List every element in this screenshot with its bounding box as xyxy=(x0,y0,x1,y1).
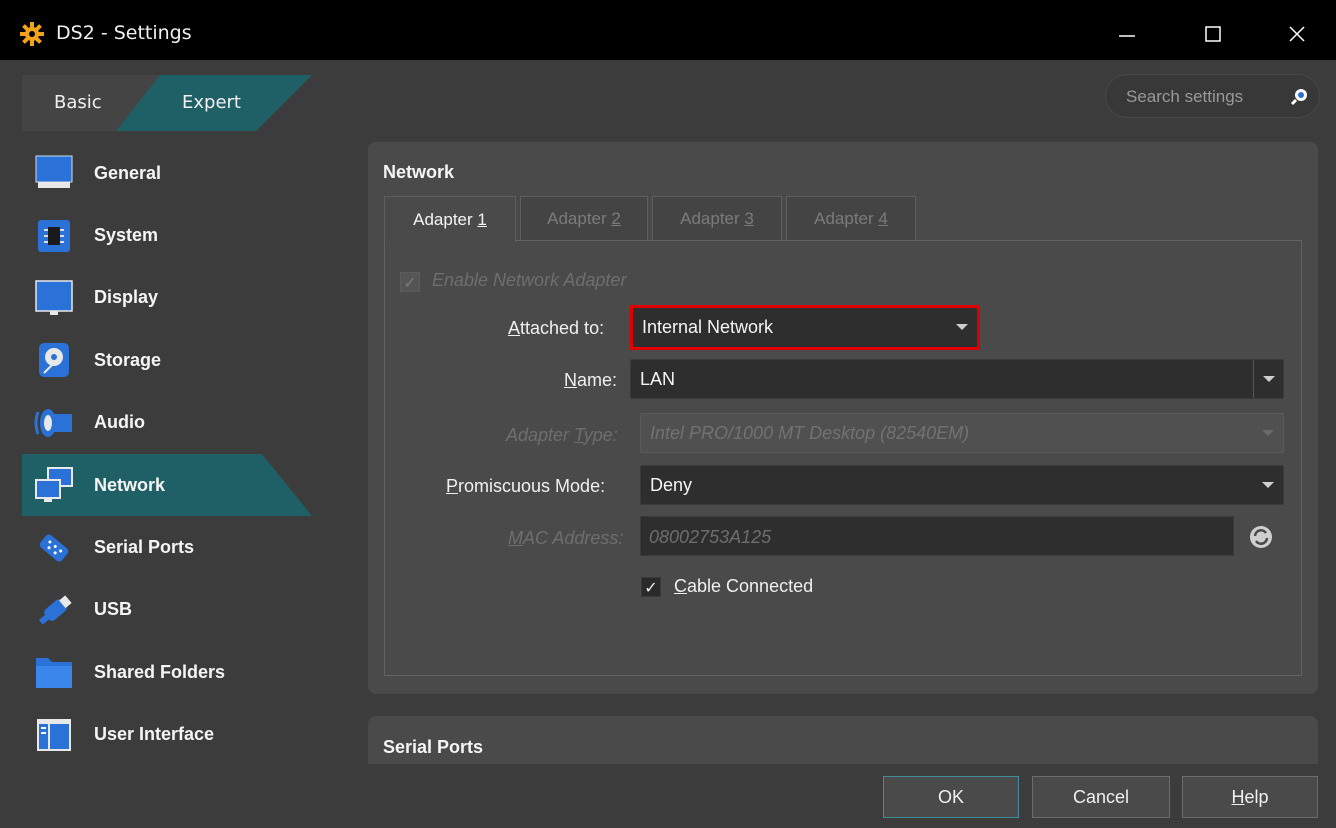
sidebar-item-label: Serial Ports xyxy=(94,537,195,558)
tab-label-mnemonic: 2 xyxy=(611,209,621,228)
sidebar-item-label: Network xyxy=(94,474,166,495)
tab-label-prefix: Adapter xyxy=(814,209,879,228)
sidebar-item-label: System xyxy=(94,225,159,246)
tab-label-prefix: Adapter xyxy=(413,209,478,229)
adapter-type-label: Adapter Type: xyxy=(506,425,618,445)
tab-label-mnemonic: 1 xyxy=(477,209,487,229)
search-input[interactable] xyxy=(1126,86,1276,108)
serial-port-icon xyxy=(32,526,76,570)
search-box xyxy=(1105,74,1320,118)
folder-icon xyxy=(32,650,76,694)
enable-adapter-checkbox[interactable]: ✓ xyxy=(400,272,420,292)
sidebar-item-label: Shared Folders xyxy=(94,661,226,682)
close-icon xyxy=(1289,26,1305,42)
maximize-button[interactable] xyxy=(1190,14,1236,54)
sidebar-item-network[interactable]: Network xyxy=(22,453,312,516)
mac-address-field[interactable]: 08002753A125 xyxy=(640,516,1234,556)
tab-adapter-3[interactable]: Adapter 3 xyxy=(652,196,782,241)
virtualbox-gear-icon xyxy=(20,22,44,46)
chip-icon xyxy=(32,214,76,258)
chevron-down-icon xyxy=(1253,466,1283,504)
sidebar-item-audio[interactable]: Audio xyxy=(22,392,312,454)
adapter-type-value: Intel PRO/1000 MT Desktop (82540EM) xyxy=(650,423,970,443)
expert-mode-tab[interactable]: Expert xyxy=(182,92,241,113)
sidebar-item-user-interface[interactable]: User Interface xyxy=(22,704,312,766)
serial-ports-section xyxy=(368,716,1318,764)
tab-adapter-2[interactable]: Adapter 2 xyxy=(520,196,648,241)
name-combobox[interactable]: LAN xyxy=(630,359,1284,399)
sidebar-item-display[interactable]: Display xyxy=(22,267,312,329)
network-icon xyxy=(32,463,76,507)
usb-icon xyxy=(32,588,76,632)
attached-to-highlight xyxy=(630,305,980,350)
window-layout-icon xyxy=(32,713,76,757)
sidebar-item-usb[interactable]: USB xyxy=(22,579,312,641)
sidebar-item-label: USB xyxy=(94,599,133,620)
sidebar-item-storage[interactable]: Storage xyxy=(22,329,312,391)
tab-adapter-1[interactable]: Adapter 1 xyxy=(384,196,516,242)
minimize-button[interactable] xyxy=(1104,14,1150,54)
sidebar-item-label: Storage xyxy=(94,349,162,370)
chevron-down-icon[interactable] xyxy=(1253,360,1283,398)
monitor-icon xyxy=(32,151,76,195)
close-button[interactable] xyxy=(1274,14,1320,54)
maximize-icon xyxy=(1205,26,1221,42)
promiscuous-mode-value: Deny xyxy=(650,475,693,495)
tab-label-mnemonic: 4 xyxy=(878,209,888,228)
name-value: LAN xyxy=(640,369,676,389)
mac-address-label: MAC Address: xyxy=(508,528,624,548)
chevron-down-icon xyxy=(1253,414,1283,452)
cable-connected-checkbox[interactable]: ✓ xyxy=(641,577,661,597)
speaker-icon xyxy=(32,401,76,445)
tab-label-prefix: Adapter xyxy=(547,209,612,228)
tab-adapter-4[interactable]: Adapter 4 xyxy=(786,196,916,241)
sidebar-item-shared-folders[interactable]: Shared Folders xyxy=(22,641,312,703)
tab-label-prefix: Adapter xyxy=(680,209,745,228)
disk-icon xyxy=(32,338,76,382)
sidebar-item-label: User Interface xyxy=(94,724,215,745)
display-icon xyxy=(32,276,76,320)
mac-address-value: 08002753A125 xyxy=(649,527,772,547)
tab-label-mnemonic: 3 xyxy=(744,209,754,228)
enable-adapter-label: Enable Network Adapter xyxy=(432,270,627,290)
help-button[interactable]: Help xyxy=(1182,776,1318,818)
minimize-icon xyxy=(1119,35,1135,37)
sidebar-item-general[interactable]: General xyxy=(22,142,312,204)
title-bar: DS2 - Settings xyxy=(0,0,1336,60)
promiscuous-mode-label: Promiscuous Mode: xyxy=(446,476,606,496)
cable-connected-label: Cable Connected xyxy=(674,576,814,596)
refresh-mac-icon[interactable] xyxy=(1248,524,1274,550)
name-label: Name: xyxy=(564,370,618,390)
sidebar-item-label: General xyxy=(94,162,162,183)
cancel-button[interactable]: Cancel xyxy=(1032,776,1170,818)
ok-button[interactable]: OK xyxy=(883,776,1019,818)
window-title: DS2 - Settings xyxy=(56,22,192,44)
sidebar-item-serial-ports[interactable]: Serial Ports xyxy=(22,516,312,578)
mode-switch: Basic Expert xyxy=(22,75,312,131)
sidebar-item-system[interactable]: System xyxy=(22,204,312,266)
attached-to-label: Attached to: xyxy=(508,318,605,338)
basic-mode-tab[interactable]: Basic xyxy=(54,92,102,113)
sidebar-item-label: Audio xyxy=(94,412,145,433)
network-section-title: Network xyxy=(383,162,455,182)
adapter-type-select[interactable]: Intel PRO/1000 MT Desktop (82540EM) xyxy=(640,413,1284,453)
settings-sidebar: General System Display Storage Audio Net… xyxy=(22,142,312,766)
serial-ports-section-title: Serial Ports xyxy=(383,737,484,757)
promiscuous-mode-select[interactable]: Deny xyxy=(640,465,1284,505)
sidebar-item-label: Display xyxy=(94,287,159,308)
search-icon[interactable] xyxy=(1290,87,1310,107)
